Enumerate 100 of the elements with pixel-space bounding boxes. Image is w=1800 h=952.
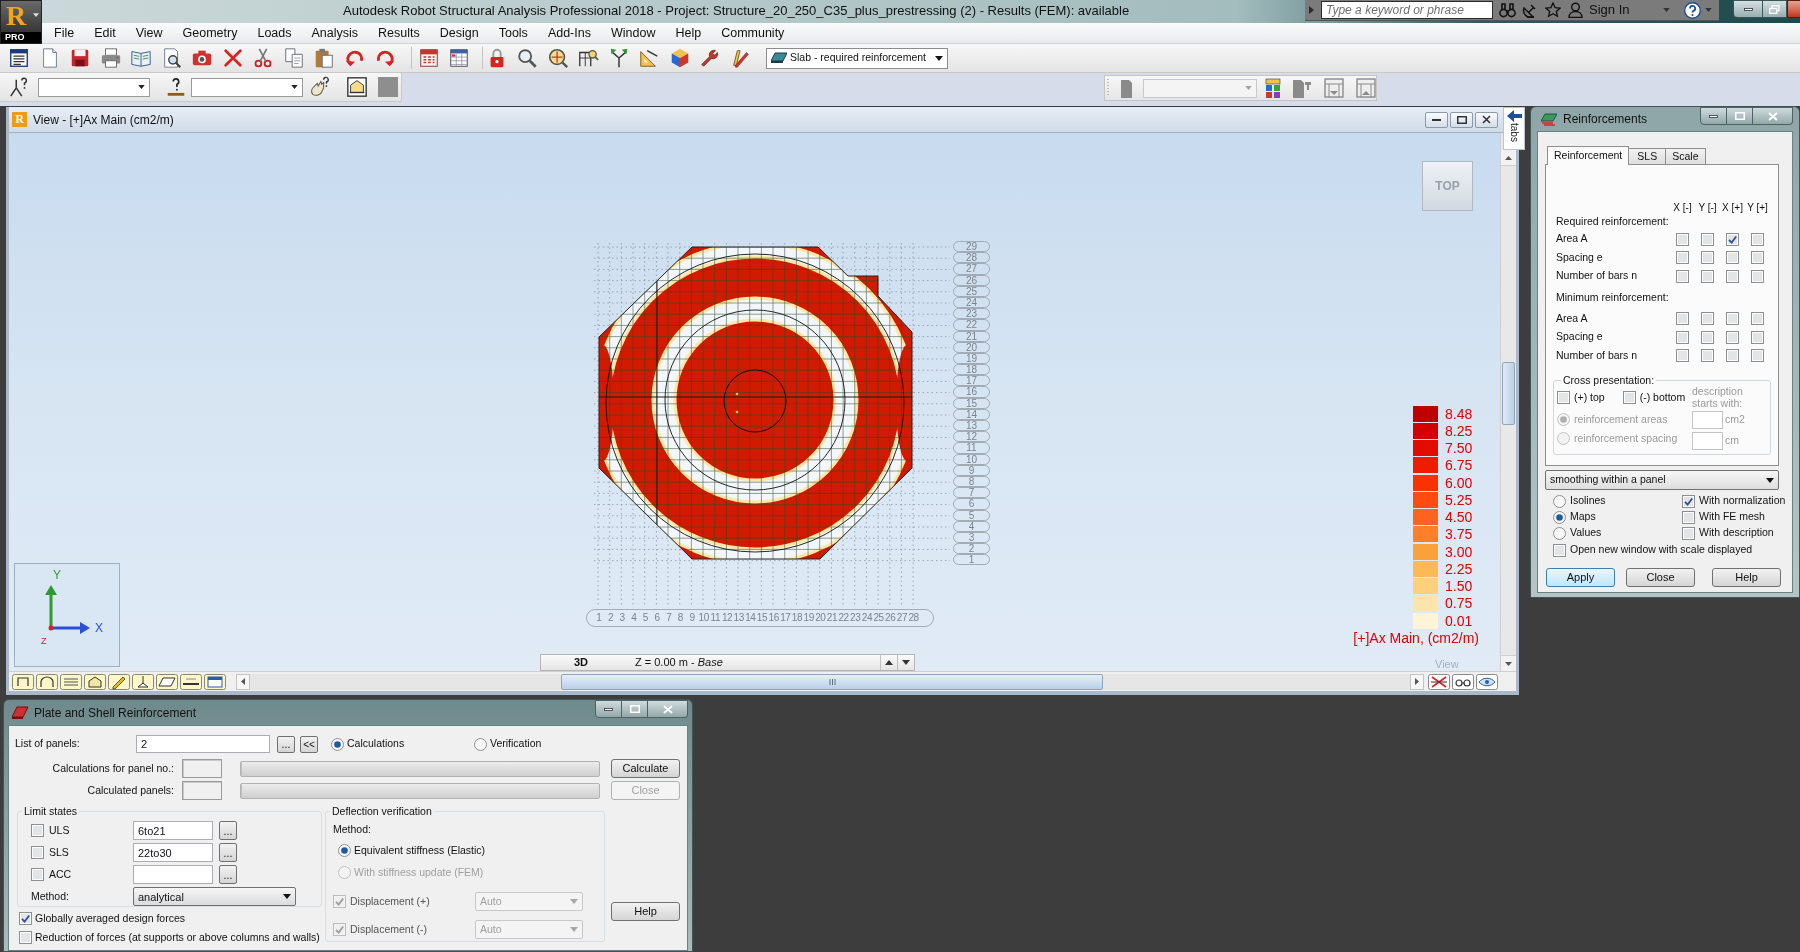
side-tabs-button[interactable]: tabs [1503, 107, 1525, 150]
checkbox-label[interactable]: With FE mesh [1699, 509, 1765, 525]
delete-icon[interactable] [221, 47, 244, 69]
radio-button[interactable] [1553, 494, 1566, 508]
minimize-button[interactable] [1425, 111, 1448, 128]
browse-button[interactable]: ... [277, 735, 295, 753]
smoothing-dropdown[interactable]: smoothing within a panel [1545, 470, 1779, 490]
checkbox[interactable] [1751, 251, 1764, 265]
browse-button[interactable]: ... [219, 865, 237, 885]
crossed-lines-icon[interactable] [1428, 673, 1450, 690]
sign-in-button[interactable]: Sign In [1568, 0, 1671, 20]
radio-label[interactable]: Equivalent stiffness (Elastic) [354, 842, 486, 859]
checkbox[interactable] [1751, 232, 1764, 246]
checkbox-label[interactable]: With normalization [1699, 493, 1786, 509]
menu-item[interactable]: Add-Ins [537, 23, 601, 43]
result-type-dropdown[interactable]: Slab - required reinforcement [766, 47, 948, 69]
maximize-button[interactable] [1450, 111, 1473, 128]
radio-button[interactable] [474, 737, 487, 751]
checkbox[interactable] [1676, 330, 1689, 344]
caret-icon[interactable] [283, 894, 291, 900]
minimize-button[interactable] [1700, 107, 1727, 125]
scrollbar-thumb[interactable] [561, 673, 1103, 690]
checkbox[interactable] [1701, 232, 1714, 246]
app-menu-button[interactable]: R PRO [0, 0, 42, 44]
checkbox[interactable] [1557, 391, 1570, 405]
down-arrow-icon[interactable] [1505, 661, 1512, 666]
menu-item[interactable]: Loads [247, 23, 302, 43]
support-tile-icon[interactable] [132, 673, 154, 690]
underline-question-icon[interactable] [165, 76, 187, 98]
close-button[interactable] [1475, 111, 1498, 128]
left-arrow-icon[interactable] [1506, 110, 1522, 122]
caret-icon[interactable] [1766, 477, 1774, 483]
right-arrow-icon[interactable] [1415, 678, 1419, 685]
radio-label[interactable]: Isolines [1570, 493, 1606, 509]
button[interactable]: Apply [1546, 568, 1615, 587]
minimize-icon[interactable] [1432, 118, 1441, 121]
arch-tile-icon[interactable] [36, 673, 58, 690]
checkbox[interactable] [1553, 543, 1566, 557]
axes-question-icon[interactable] [8, 76, 30, 98]
magnifier-icon[interactable] [516, 47, 538, 69]
checkbox[interactable] [1676, 251, 1689, 265]
left-arrow-icon[interactable] [241, 678, 245, 685]
browse-button[interactable]: ... [219, 821, 237, 841]
table-icon[interactable] [8, 47, 30, 69]
scroll-right-button[interactable] [1410, 673, 1424, 690]
radio-label[interactable]: Maps [1570, 509, 1596, 525]
checkbox[interactable] [1751, 269, 1764, 283]
menu-item[interactable]: Analysis [301, 23, 369, 43]
hand-question-icon[interactable] [309, 76, 331, 98]
menu-item[interactable]: File [44, 23, 85, 43]
minimize-button[interactable] [595, 700, 622, 718]
input-field[interactable]: 22to30 [133, 843, 213, 863]
checkbox[interactable] [19, 931, 32, 944]
copy-icon[interactable] [282, 47, 305, 69]
star-icon[interactable] [1545, 2, 1561, 18]
checkbox[interactable] [1676, 349, 1689, 363]
input-field[interactable]: 6to21 [133, 821, 213, 841]
checkbox[interactable] [31, 868, 44, 882]
input-field[interactable] [1692, 410, 1723, 429]
checkbox[interactable] [1676, 269, 1689, 283]
set-square-icon[interactable] [638, 47, 660, 69]
up-arrow-icon[interactable] [885, 660, 893, 665]
wall-icon[interactable] [1120, 78, 1133, 98]
slab-bars-icon[interactable] [1541, 112, 1557, 126]
scroll-down-button[interactable] [1501, 655, 1516, 671]
checkbox-label[interactable]: ULS [49, 822, 70, 839]
projection-label[interactable]: 3D [541, 654, 621, 671]
radio-button[interactable] [338, 844, 351, 858]
elevation-label[interactable]: Z = 0.00 m - Base [635, 654, 723, 671]
toolbar-grip-icon[interactable] [1107, 78, 1110, 98]
checkbox[interactable] [1676, 232, 1689, 246]
calculator-icon[interactable] [417, 47, 440, 69]
bar-tile-icon[interactable] [180, 673, 202, 690]
checkbox[interactable] [1751, 330, 1764, 344]
spreadsheet-icon[interactable] [448, 47, 470, 69]
eye-icon[interactable] [1476, 673, 1498, 690]
close-button[interactable] [1787, 0, 1800, 18]
layers-tile-icon[interactable] [60, 673, 82, 690]
restore-button[interactable] [1763, 0, 1787, 18]
wrench-icon[interactable] [699, 47, 721, 69]
caret-icon[interactable] [291, 85, 298, 89]
checkbox-label[interactable]: Open new window with scale displayed [1570, 542, 1753, 558]
bracket-tile-icon[interactable] [12, 673, 34, 690]
checkbox[interactable] [1701, 269, 1714, 283]
browse-button[interactable]: ... [219, 843, 237, 863]
colored-blocks-icon[interactable] [1264, 77, 1282, 99]
checkbox-label[interactable]: Reduction of forces (at supports or above columns and walls) [35, 929, 320, 946]
close-button[interactable] [648, 700, 688, 718]
close-icon[interactable] [1482, 115, 1491, 124]
user-icon[interactable] [1568, 2, 1583, 18]
scrollbar-thumb[interactable] [1502, 362, 1515, 425]
input-field[interactable] [182, 781, 222, 800]
method-dropdown[interactable]: analytical [133, 887, 296, 907]
minimize-icon[interactable] [1709, 114, 1718, 118]
input-field[interactable] [182, 759, 222, 778]
menu-item[interactable]: Geometry [172, 23, 248, 43]
binoculars-icon[interactable] [1499, 2, 1516, 18]
minimize-icon[interactable] [1743, 7, 1753, 11]
house-frame-icon[interactable] [346, 76, 368, 98]
slab-icon[interactable] [771, 52, 787, 64]
